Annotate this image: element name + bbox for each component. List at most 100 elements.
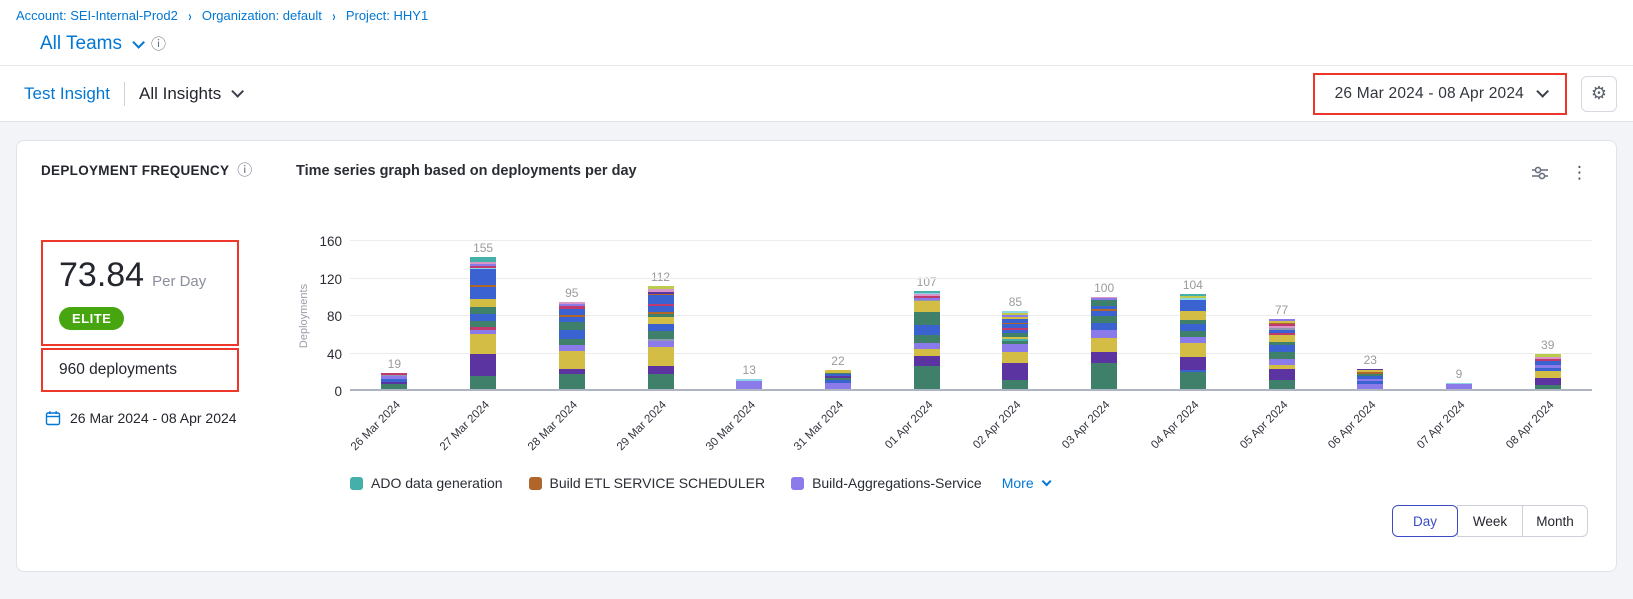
stacked-bar[interactable] xyxy=(648,286,674,391)
bar-segment[interactable] xyxy=(470,314,496,321)
stacked-bar[interactable] xyxy=(559,302,585,391)
bar-segment[interactable] xyxy=(1180,300,1206,311)
bar-segment[interactable] xyxy=(914,301,940,312)
widget-title: DEPLOYMENT FREQUENCY xyxy=(41,163,229,178)
granularity-day-button[interactable]: Day xyxy=(1392,505,1458,537)
bar-segment[interactable] xyxy=(470,287,496,299)
elite-badge: ELITE xyxy=(59,307,124,330)
widget-summary-panel: DEPLOYMENT FREQUENCY ⓘ 73.84 Per Day ELI… xyxy=(41,163,296,551)
bar-column[interactable]: 3908 Apr 2024 xyxy=(1503,241,1592,391)
bar-segment[interactable] xyxy=(648,347,674,366)
bar-segment[interactable] xyxy=(914,366,940,391)
bar-segment[interactable] xyxy=(1180,343,1206,357)
teams-selector-label[interactable]: All Teams xyxy=(40,33,122,55)
bar-segment[interactable] xyxy=(914,335,940,343)
teams-selector[interactable]: All Teams ⓘ xyxy=(16,23,1617,59)
y-axis-label: Deployments xyxy=(298,284,310,348)
main-content: DEPLOYMENT FREQUENCY ⓘ 73.84 Per Day ELI… xyxy=(0,122,1633,572)
breadcrumb-project[interactable]: Project: HHY1 xyxy=(346,8,428,23)
bar-segment[interactable] xyxy=(1180,311,1206,319)
bar-column[interactable]: 10404 Apr 2024 xyxy=(1148,241,1237,391)
settings-button[interactable]: ⚙ xyxy=(1581,76,1617,112)
granularity-week-button[interactable]: Week xyxy=(1457,505,1523,537)
legend-item[interactable]: Build ETL SERVICE SCHEDULER xyxy=(529,475,766,491)
bar-segment[interactable] xyxy=(648,295,674,303)
all-insights-dropdown[interactable]: All Insights xyxy=(139,84,240,104)
gridline xyxy=(350,315,1592,316)
kebab-menu-icon[interactable]: ⋮ xyxy=(1571,165,1588,182)
bar-segment[interactable] xyxy=(559,330,585,338)
bar-column[interactable]: 2306 Apr 2024 xyxy=(1326,241,1415,391)
bar-segment[interactable] xyxy=(648,331,674,339)
chart-legend: ADO data generation Build ETL SERVICE SCH… xyxy=(296,475,1592,491)
bar-segment[interactable] xyxy=(914,356,940,365)
bar-segment[interactable] xyxy=(470,334,496,354)
date-range-selector[interactable]: 26 Mar 2024 - 08 Apr 2024 xyxy=(1315,75,1565,113)
legend-label: ADO data generation xyxy=(371,475,503,491)
bar-segment[interactable] xyxy=(559,351,585,369)
bar-column[interactable]: 907 Apr 2024 xyxy=(1415,241,1504,391)
bar-segment[interactable] xyxy=(1269,335,1295,343)
bar-segment[interactable] xyxy=(1091,352,1117,363)
chevron-down-icon[interactable] xyxy=(132,36,145,49)
bar-segment[interactable] xyxy=(470,307,496,314)
bar-segment[interactable] xyxy=(648,366,674,374)
stacked-bar[interactable] xyxy=(1091,297,1117,391)
legend-more-link[interactable]: More xyxy=(1002,475,1048,491)
bar-segment[interactable] xyxy=(1002,363,1028,380)
bar-segment[interactable] xyxy=(1002,352,1028,363)
bar-segment[interactable] xyxy=(1269,352,1295,360)
bar-column[interactable]: 1926 Mar 2024 xyxy=(350,241,439,391)
bar-segment[interactable] xyxy=(1269,369,1295,380)
bar-segment[interactable] xyxy=(1091,330,1117,338)
bar-segment[interactable] xyxy=(1002,344,1028,352)
stacked-bar[interactable] xyxy=(1535,354,1561,391)
bar-segment[interactable] xyxy=(470,299,496,307)
info-icon[interactable]: ⓘ xyxy=(237,163,252,178)
stacked-bar[interactable] xyxy=(1002,311,1028,391)
breadcrumb-organization[interactable]: Organization: default xyxy=(202,8,322,23)
bar-column[interactable]: 8502 Apr 2024 xyxy=(971,241,1060,391)
bar-segment[interactable] xyxy=(914,312,940,325)
bar-column[interactable]: 10003 Apr 2024 xyxy=(1060,241,1149,391)
legend-label: Build-Aggregations-Service xyxy=(812,475,982,491)
bar-segment[interactable] xyxy=(1180,357,1206,370)
bar-segment[interactable] xyxy=(648,324,674,332)
bar-column[interactable]: 15527 Mar 2024 xyxy=(439,241,528,391)
date-range-highlight-annotation: 26 Mar 2024 - 08 Apr 2024 xyxy=(1313,73,1567,115)
bar-segment[interactable] xyxy=(1535,378,1561,386)
stacked-bar[interactable] xyxy=(825,370,851,391)
bar-column[interactable]: 1330 Mar 2024 xyxy=(705,241,794,391)
filter-sliders-icon[interactable] xyxy=(1529,163,1551,183)
bar-column[interactable]: 2231 Mar 2024 xyxy=(794,241,883,391)
insight-name-link[interactable]: Test Insight xyxy=(24,84,110,104)
bar-segment[interactable] xyxy=(1091,363,1117,391)
stacked-bar[interactable] xyxy=(1180,294,1206,392)
chevron-down-icon xyxy=(1536,85,1549,98)
bar-segment[interactable] xyxy=(559,322,585,330)
bar-column[interactable]: 7705 Apr 2024 xyxy=(1237,241,1326,391)
granularity-month-button[interactable]: Month xyxy=(1522,505,1588,537)
breadcrumb-separator-icon: › xyxy=(332,7,335,24)
bar-segment[interactable] xyxy=(1091,338,1117,352)
legend-item[interactable]: Build-Aggregations-Service xyxy=(791,475,982,491)
breadcrumb-account[interactable]: Account: SEI-Internal-Prod2 xyxy=(16,8,178,23)
stacked-bar[interactable] xyxy=(914,291,940,391)
bar-total-label: 13 xyxy=(743,363,756,377)
bar-column[interactable]: 9528 Mar 2024 xyxy=(527,241,616,391)
total-deployments-label: 960 deployments xyxy=(59,361,177,378)
bar-column[interactable]: 11229 Mar 2024 xyxy=(616,241,705,391)
bar-total-label: 100 xyxy=(1094,281,1114,295)
legend-item[interactable]: ADO data generation xyxy=(350,475,503,491)
bar-segment[interactable] xyxy=(1091,323,1117,331)
stacked-bar[interactable] xyxy=(1357,369,1383,391)
bar-segment[interactable] xyxy=(914,349,940,357)
stacked-bar[interactable] xyxy=(1269,319,1295,391)
bar-segment[interactable] xyxy=(914,325,940,334)
bar-segment[interactable] xyxy=(470,354,496,376)
bar-column[interactable]: 10701 Apr 2024 xyxy=(882,241,971,391)
stacked-bar[interactable] xyxy=(470,257,496,391)
gridline xyxy=(350,278,1592,279)
info-icon[interactable]: ⓘ xyxy=(151,37,166,52)
bar-segment[interactable] xyxy=(470,269,496,285)
